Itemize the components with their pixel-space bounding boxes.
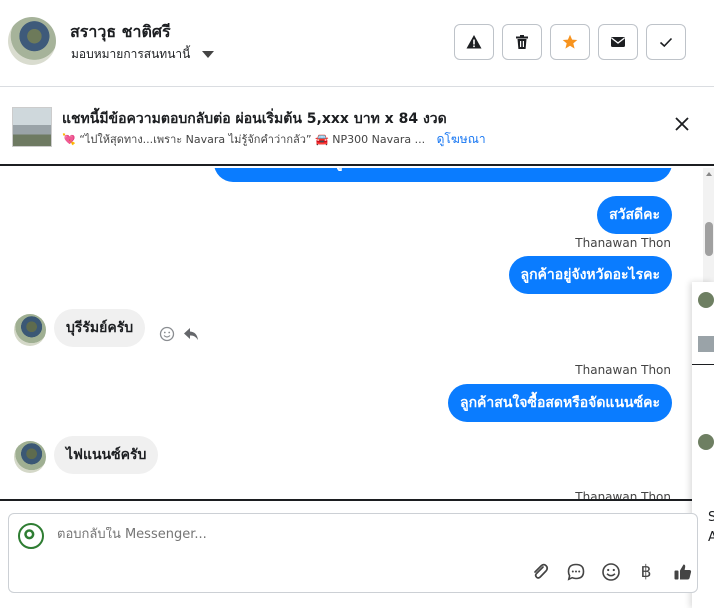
like-button[interactable]: [673, 562, 693, 582]
message-bubble-outgoing[interactable]: ลิงค์ได้โปรดส่งข้อมูลติดต่อ: [214, 168, 672, 182]
peek-divider: [692, 364, 714, 365]
mail-icon: [611, 37, 625, 47]
assign-label: มอบหมายการสนทนานี้: [71, 47, 191, 61]
peek-ad-thumbnail: [698, 336, 714, 352]
ad-description-row: 💘 “ไปให้สุดทาง...เพราะ Navara ไม่รู้จักค…: [62, 130, 486, 149]
ad-title: แชทนี้มีข้อความตอบกลับต่อ ผ่อนเริ่มต้น 5…: [62, 111, 447, 127]
trash-icon: [516, 35, 528, 49]
delete-button[interactable]: [502, 24, 542, 60]
composer-divider: [0, 499, 692, 501]
ad-context-banner: แชทนี้มีข้อความตอบกลับต่อ ผ่อนเริ่มต้น 5…: [0, 88, 714, 166]
attachment-icon: [534, 563, 549, 579]
warning-icon: [466, 35, 482, 49]
sender-name: Thanawan Thon: [575, 490, 671, 499]
message-bubble-outgoing[interactable]: ลูกค้าอยู่จังหวัดอะไรคะ: [508, 256, 672, 294]
reply-icon[interactable]: [183, 326, 199, 342]
customer-avatar[interactable]: [8, 17, 56, 65]
message-bubble-outgoing[interactable]: ลูกค้าสนใจซื้อสดหรือจัดแนนซ์คะ: [448, 384, 672, 422]
message-bubble-outgoing[interactable]: สวัสดีคะ: [597, 196, 672, 234]
emoji-icon: [602, 563, 620, 581]
report-spam-button[interactable]: [454, 24, 494, 60]
mark-unread-button[interactable]: [598, 24, 638, 60]
ad-description: 💘 “ไปให้สุดทาง...เพราะ Navara ไม่รู้จักค…: [62, 133, 426, 146]
scroll-up-arrow-icon[interactable]: [706, 172, 712, 176]
conversation-header: สราวุธ ชาติศรี มอบหมายการสนทนานี้: [0, 0, 714, 87]
check-icon: [659, 37, 673, 48]
message-bubble-incoming[interactable]: บุรีรัมย์ครับ: [54, 309, 146, 347]
message-bubble-incoming[interactable]: ไฟแนนซ์ครับ: [54, 436, 159, 474]
emoji-button[interactable]: [601, 562, 621, 582]
payment-button[interactable]: ฿: [636, 562, 656, 582]
ad-thumbnail: [12, 107, 52, 147]
chevron-down-icon: [202, 51, 215, 58]
mark-done-button[interactable]: [646, 24, 686, 60]
attachment-button[interactable]: [530, 562, 550, 582]
customer-name[interactable]: สราวุธ ชาติศรี: [70, 20, 171, 45]
customer-avatar-small: [14, 314, 46, 346]
page-logo-icon: [24, 529, 35, 540]
baht-icon: ฿: [640, 562, 652, 582]
page-avatar: [18, 523, 44, 549]
scrollbar-thumb[interactable]: [705, 222, 713, 256]
close-icon[interactable]: [672, 114, 692, 134]
star-icon: [562, 34, 578, 49]
peek-avatar: [698, 434, 714, 450]
emoji-react-icon[interactable]: [159, 326, 175, 342]
peek-avatar: [698, 292, 714, 308]
thumbs-up-icon: [674, 564, 692, 580]
saved-reply-icon: [567, 563, 585, 581]
customer-avatar-small: [14, 441, 46, 473]
peek-text: S: [708, 510, 714, 525]
peek-text: A: [708, 530, 714, 545]
star-button[interactable]: [550, 24, 590, 60]
message-composer: ฿: [8, 513, 698, 593]
message-thread[interactable]: ลิงค์ได้โปรดส่งข้อมูลติดต่อ สวัสดีคะ Tha…: [0, 168, 692, 499]
reply-input[interactable]: [57, 527, 557, 542]
sender-name: Thanawan Thon: [575, 363, 671, 377]
sender-name: Thanawan Thon: [575, 236, 671, 250]
assign-conversation-dropdown[interactable]: มอบหมายการสนทนานี้: [71, 45, 215, 64]
saved-reply-button[interactable]: [566, 562, 586, 582]
view-ad-link[interactable]: ดูโฆษณา: [437, 132, 486, 146]
